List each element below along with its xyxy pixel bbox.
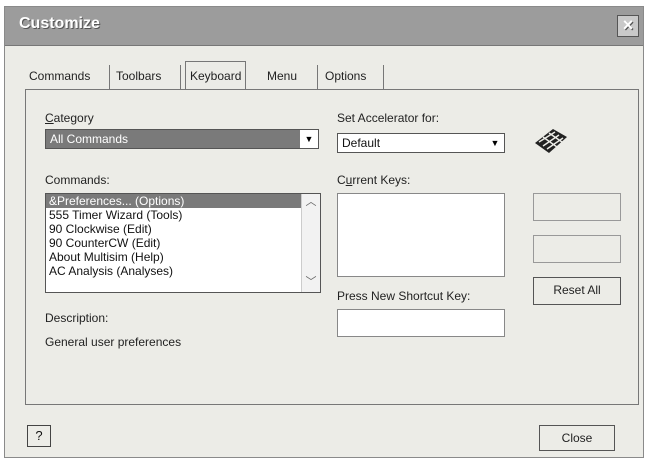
close-icon[interactable]: × xyxy=(617,15,639,37)
scroll-up-icon[interactable]: ︿ xyxy=(303,194,319,210)
tab-menu[interactable]: Menu xyxy=(267,65,318,89)
description-label: Description: xyxy=(45,311,109,325)
list-item[interactable]: 90 Clockwise (Edit) xyxy=(46,222,320,236)
tab-commands[interactable]: Commands xyxy=(29,65,110,89)
list-item[interactable]: AC Analysis (Analyses) xyxy=(46,264,320,278)
tab-toolbars[interactable]: Toolbars xyxy=(116,65,181,89)
list-item[interactable]: &Preferences... (Options) xyxy=(46,194,320,208)
list-item[interactable]: About Multisim (Help) xyxy=(46,250,320,264)
category-dropdown[interactable]: All Commands ▼ xyxy=(45,129,319,149)
chevron-down-icon[interactable]: ▼ xyxy=(487,135,503,151)
reset-all-button[interactable]: Reset All xyxy=(533,277,621,305)
tab-label: Toolbars xyxy=(116,69,162,83)
list-item[interactable]: 555 Timer Wizard (Tools) xyxy=(46,208,320,222)
accelerator-value: Default xyxy=(342,136,381,150)
description-text: General user preferences xyxy=(45,335,182,349)
commands-label: Commands: xyxy=(45,173,110,187)
list-item[interactable]: 90 CounterCW (Edit) xyxy=(46,236,320,250)
close-button[interactable]: Close xyxy=(539,425,615,451)
chevron-down-icon[interactable]: ▼ xyxy=(301,131,317,147)
tab-options[interactable]: Options xyxy=(325,65,384,89)
remove-button[interactable] xyxy=(533,235,621,263)
help-icon[interactable]: ? xyxy=(27,425,51,447)
category-value: All Commands xyxy=(46,130,300,148)
accelerator-dropdown[interactable]: Default ▼ xyxy=(337,133,505,153)
current-keys-label: Current Keys: xyxy=(337,173,411,187)
tab-keyboard[interactable]: Keyboard xyxy=(185,61,247,90)
tab-label: Options xyxy=(325,69,367,83)
commands-scrollbar[interactable]: ︿ ﹀ xyxy=(301,194,320,292)
tab-label: Menu xyxy=(267,69,298,83)
title-bar: Customize × xyxy=(5,7,643,46)
new-shortcut-input[interactable] xyxy=(337,309,505,337)
tab-label: Keyboard xyxy=(190,69,242,83)
commands-items: &Preferences... (Options) 555 Timer Wizar… xyxy=(46,194,320,278)
customize-dialog: Customize × Commands Toolbars Keyboard M… xyxy=(4,6,644,458)
dialog-title: Customize xyxy=(19,15,100,32)
accelerator-label: Set Accelerator for: xyxy=(337,111,440,125)
new-shortcut-label: Press New Shortcut Key: xyxy=(337,289,471,303)
scroll-down-icon[interactable]: ﹀ xyxy=(303,274,319,290)
keyboard-icon xyxy=(535,129,567,153)
assign-button[interactable] xyxy=(533,193,621,221)
tab-label: Commands xyxy=(29,69,91,83)
commands-list[interactable]: &Preferences... (Options) 555 Timer Wizar… xyxy=(45,193,321,293)
category-label: Category xyxy=(45,111,94,125)
current-keys-list[interactable] xyxy=(337,193,505,277)
